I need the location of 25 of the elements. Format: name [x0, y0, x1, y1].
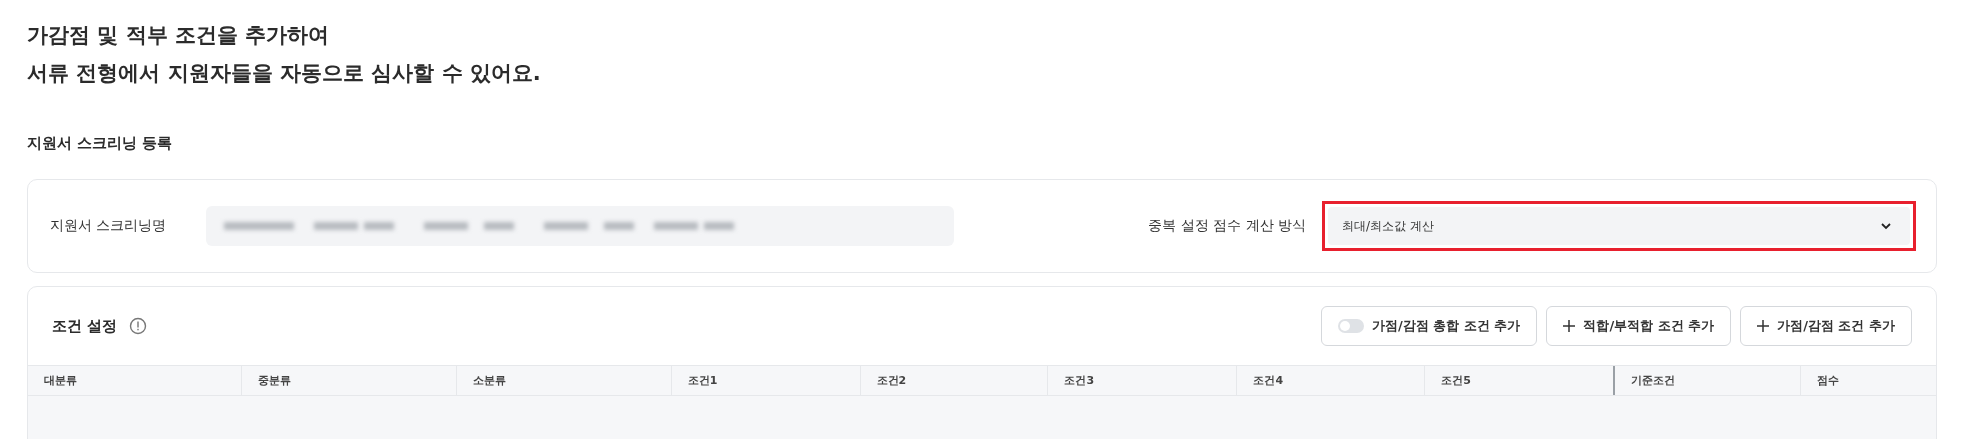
info-icon[interactable]: [129, 317, 148, 335]
column-header: 조건4: [1237, 366, 1426, 395]
column-header: 소분류: [456, 366, 672, 395]
column-header: 중분류: [241, 366, 457, 395]
column-header: 점수: [1816, 373, 1841, 389]
heading-text: 가감점 및 적부 조건을 추가하여: [27, 22, 331, 49]
plus-icon: [1757, 320, 1770, 332]
column-header: 대분류: [28, 366, 242, 395]
section-title: 조건 설정: [52, 316, 118, 336]
column-header: 기준조건: [1615, 366, 1802, 395]
toggle-switch[interactable]: [1338, 319, 1365, 333]
add-condition-button[interactable]: 적합/부적합 조건 추가: [1546, 306, 1732, 346]
add-condition-button[interactable]: 가점/감점 총합 조건 추가: [1321, 306, 1538, 346]
column-header: 조건3: [1048, 366, 1238, 395]
plus-icon: [1563, 320, 1576, 332]
heading-text: 서류 전형에서 지원자들을 자동으로 심사할 수 있어요.: [27, 60, 542, 87]
chevron-down-icon: [1880, 222, 1892, 230]
column-header: 조건1: [671, 366, 861, 395]
field-label: 지원서 스크리닝명: [50, 217, 167, 235]
field-label: 중복 설정 점수 계산 방식: [1148, 217, 1306, 235]
add-condition-button[interactable]: 가점/감점 조건 추가: [1740, 306, 1912, 346]
name-field[interactable]: [206, 206, 955, 246]
method-select[interactable]: 최대/최소값 계산: [1328, 207, 1910, 245]
column-header: 조건2: [860, 366, 1049, 395]
section-title: 지원서 스크리닝 등록: [27, 134, 174, 153]
